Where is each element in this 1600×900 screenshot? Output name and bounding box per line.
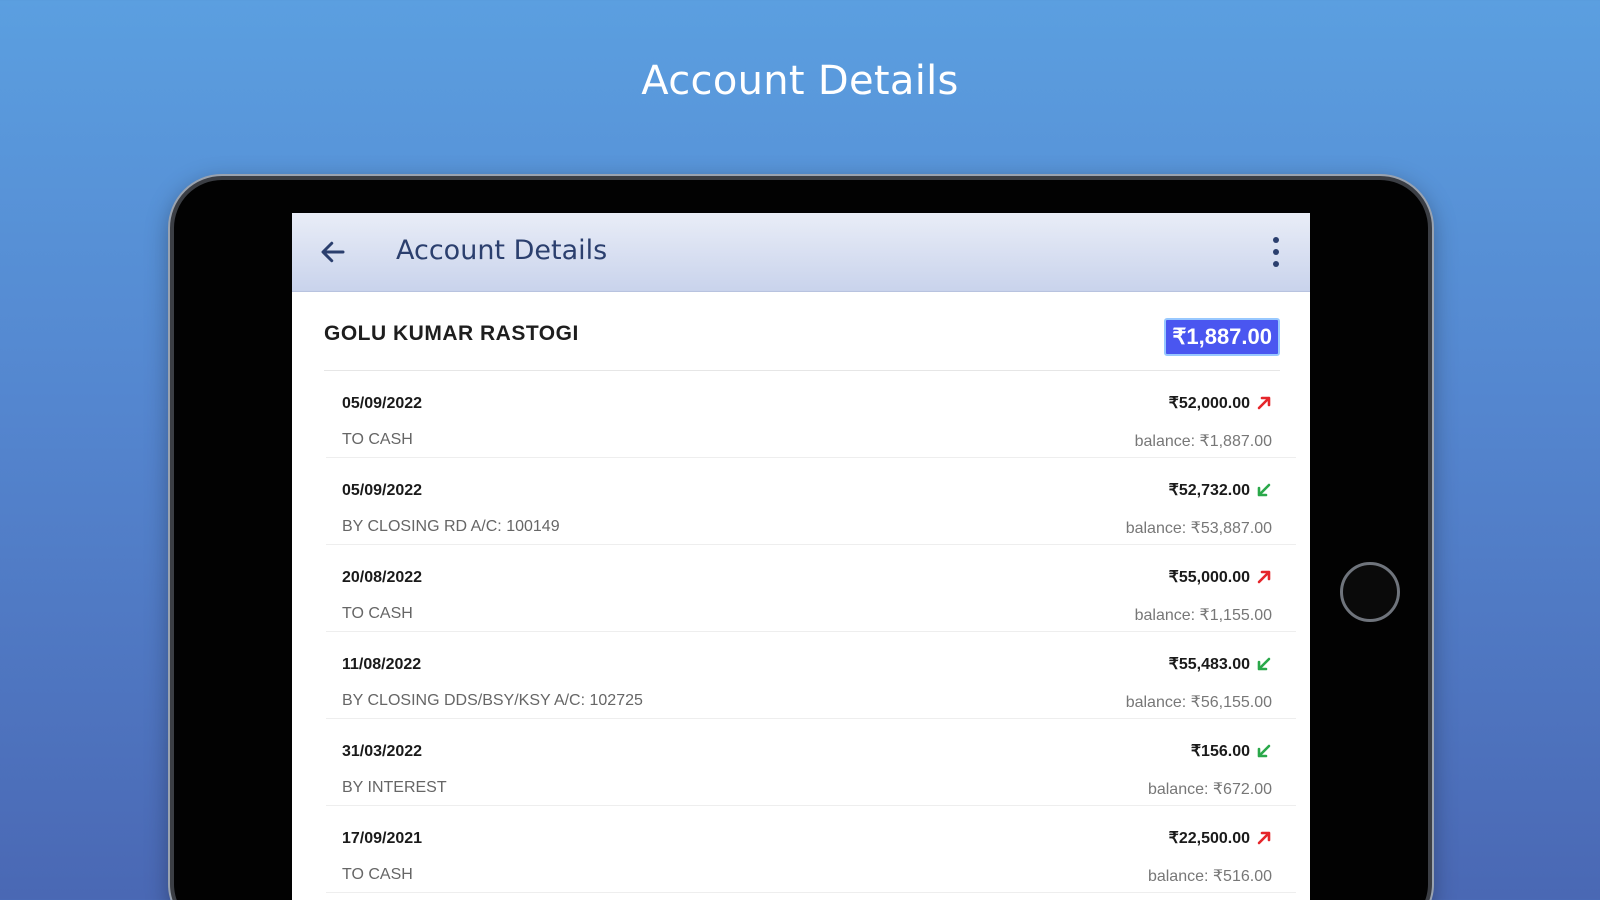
arrow-down-left-icon (1257, 483, 1271, 497)
transaction-balance: balance: ₹56,155.00 (1125, 694, 1272, 711)
transaction-row[interactable]: 05/09/2022 BY CLOSING RD A/C: 100149 ₹52… (326, 458, 1296, 545)
transaction-description: TO CASH (342, 431, 413, 448)
app-bar: Account Details (292, 213, 1310, 292)
transaction-date: 17/09/2021 (342, 830, 423, 847)
transaction-description: BY INTEREST (342, 779, 447, 796)
transaction-date: 11/08/2022 (342, 656, 422, 673)
transaction-balance: balance: ₹672.00 (1147, 781, 1272, 798)
transaction-description: TO CASH (342, 605, 413, 622)
transaction-date: 05/09/2022 (342, 482, 423, 499)
transaction-description: BY CLOSING DDS/BSY/KSY A/C: 102725 (342, 692, 643, 709)
more-vertical-icon[interactable] (1270, 235, 1282, 269)
transaction-amount: ₹52,732.00 (1168, 482, 1250, 499)
arrow-down-left-icon (1257, 657, 1271, 671)
tablet-home-button (1340, 562, 1400, 622)
transaction-amount: ₹55,000.00 (1168, 569, 1250, 586)
transaction-description: TO CASH (342, 866, 413, 883)
transaction-amount-group: ₹55,000.00 (1169, 567, 1272, 587)
transaction-amount-group: ₹55,483.00 (1169, 654, 1272, 674)
transaction-amount: ₹55,483.00 (1168, 656, 1250, 673)
transaction-amount: ₹156.00 (1190, 743, 1250, 760)
transaction-amount: ₹52,000.00 (1168, 395, 1250, 412)
transaction-date: 31/03/2022 (342, 743, 423, 760)
transaction-balance: balance: ₹516.00 (1147, 868, 1272, 885)
transaction-amount-group: ₹52,732.00 (1169, 480, 1272, 500)
arrow-up-right-icon (1257, 396, 1271, 410)
transaction-balance: balance: ₹1,887.00 (1134, 433, 1272, 450)
account-balance-badge: ₹1,887.00 (1164, 318, 1280, 356)
arrow-down-left-icon (1257, 744, 1271, 758)
transaction-date: 20/08/2022 (342, 569, 423, 586)
transaction-row[interactable]: 17/09/2021 TO CASH ₹22,500.00 balance: ₹… (326, 806, 1296, 893)
app-screen: Account Details GOLU KUMAR RASTOGI ₹1,88… (292, 213, 1310, 900)
transaction-list: 05/09/2022 TO CASH ₹52,000.00 balance: ₹… (326, 371, 1296, 893)
transaction-description: BY CLOSING RD A/C: 100149 (342, 518, 560, 535)
transaction-row[interactable]: 05/09/2022 TO CASH ₹52,000.00 balance: ₹… (326, 371, 1296, 458)
transaction-amount: ₹22,500.00 (1168, 830, 1250, 847)
transaction-amount-group: ₹22,500.00 (1169, 828, 1272, 848)
transaction-amount-group: ₹156.00 (1191, 741, 1272, 761)
promo-title: Account Details (641, 58, 959, 104)
account-header: GOLU KUMAR RASTOGI ₹1,887.00 (324, 292, 1280, 371)
transaction-row[interactable]: 31/03/2022 BY INTEREST ₹156.00 balance: … (326, 719, 1296, 806)
transaction-date: 05/09/2022 (342, 395, 423, 412)
arrow-up-right-icon (1257, 831, 1271, 845)
arrow-left-icon[interactable] (318, 237, 348, 267)
arrow-up-right-icon (1257, 570, 1271, 584)
transaction-amount-group: ₹52,000.00 (1169, 393, 1272, 413)
account-holder-name: GOLU KUMAR RASTOGI (324, 322, 579, 345)
transaction-balance: balance: ₹1,155.00 (1134, 607, 1272, 624)
transaction-row[interactable]: 11/08/2022 BY CLOSING DDS/BSY/KSY A/C: 1… (326, 632, 1296, 719)
transaction-row[interactable]: 20/08/2022 TO CASH ₹55,000.00 balance: ₹… (326, 545, 1296, 632)
app-bar-title: Account Details (396, 235, 608, 266)
transaction-balance: balance: ₹53,887.00 (1125, 520, 1272, 537)
